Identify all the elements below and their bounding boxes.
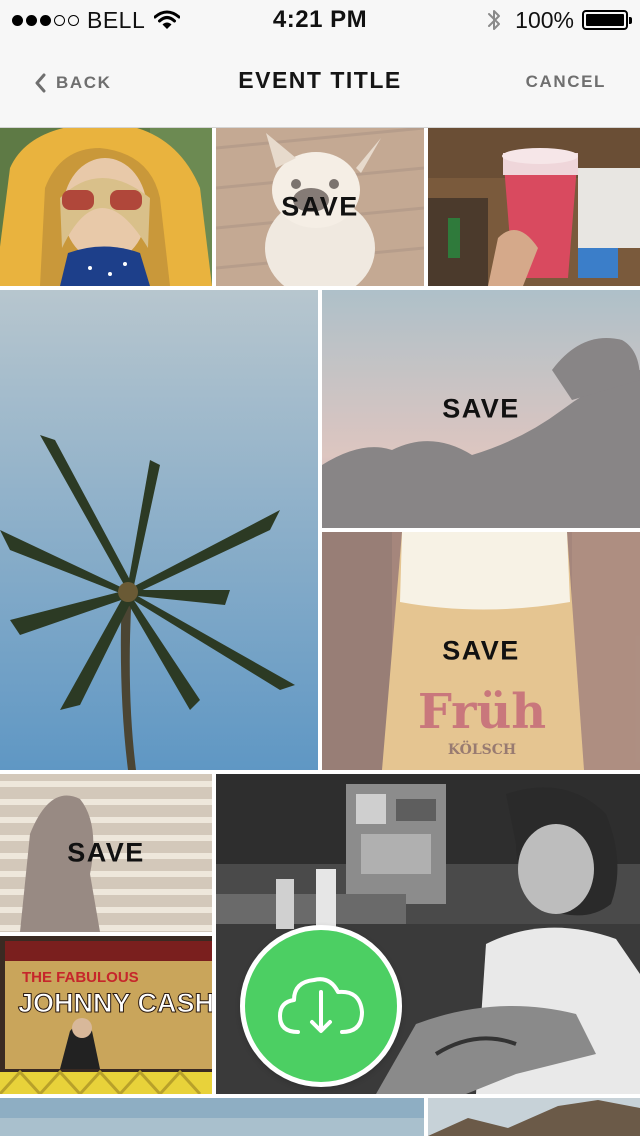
save-label: SAVE bbox=[442, 393, 520, 424]
photo-tile-dusk[interactable]: SAVE bbox=[322, 290, 640, 528]
photo-tile-landscape[interactable] bbox=[0, 1098, 424, 1136]
photo-tile-window[interactable]: SAVE bbox=[0, 774, 212, 932]
photo-tile-records[interactable]: THE FABULOUS JOHNNY CASH bbox=[0, 936, 212, 1094]
photo-pink-drink bbox=[428, 128, 640, 286]
battery-percent: 100% bbox=[515, 6, 574, 33]
battery-icon bbox=[582, 10, 632, 30]
photo-landscape bbox=[0, 1098, 424, 1136]
status-right: 100% bbox=[487, 6, 632, 33]
photo-tile-girl[interactable] bbox=[0, 128, 212, 286]
photo-mountain bbox=[428, 1098, 640, 1136]
save-label: SAVE bbox=[281, 191, 359, 222]
photo-girl-hood bbox=[0, 128, 212, 286]
navigation-bar: BACK EVENT TITLE CANCEL bbox=[0, 40, 640, 128]
photo-tile-drink[interactable] bbox=[428, 128, 640, 286]
photo-palm-tree bbox=[0, 290, 318, 770]
photo-tile-mountain[interactable] bbox=[428, 1098, 640, 1136]
bluetooth-icon bbox=[488, 10, 501, 30]
save-label: SAVE bbox=[442, 635, 520, 666]
record-subtitle: THE FABULOUS bbox=[22, 969, 139, 986]
cloud-download-icon bbox=[278, 977, 364, 1034]
photo-tile-beer[interactable]: Früh KÖLSCH SAVE bbox=[322, 532, 640, 770]
save-label: SAVE bbox=[67, 837, 145, 868]
cancel-button[interactable]: CANCEL bbox=[526, 72, 606, 92]
photo-record-crate: THE FABULOUS JOHNNY CASH bbox=[0, 936, 212, 1094]
photo-tile-dog[interactable]: SAVE bbox=[216, 128, 424, 286]
status-bar: BELL 4:21 PM 100% bbox=[0, 0, 640, 40]
record-title: JOHNNY CASH bbox=[18, 988, 212, 1018]
photo-tile-palm[interactable] bbox=[0, 290, 318, 770]
download-button[interactable] bbox=[240, 925, 402, 1087]
